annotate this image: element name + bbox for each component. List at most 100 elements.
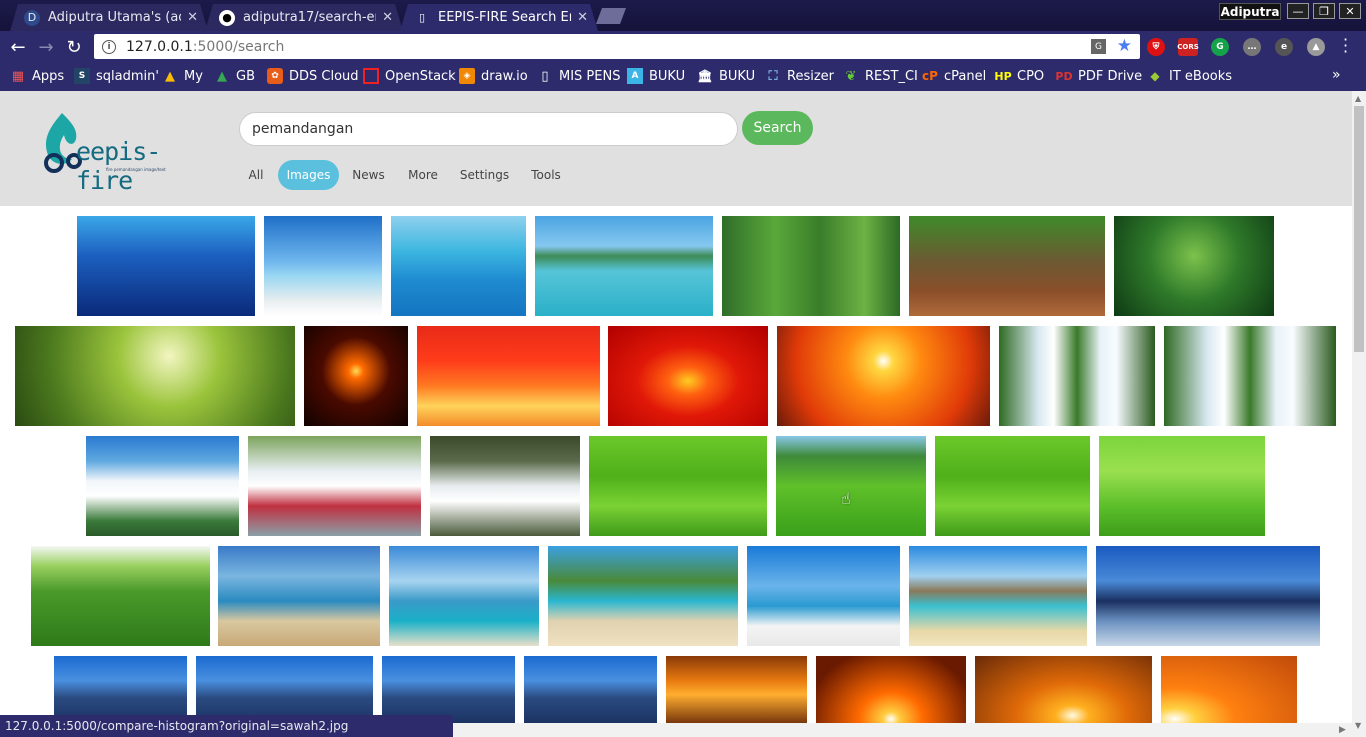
search-header: eepis-fire fire pemandangan image/text p…	[0, 91, 1352, 206]
result-image-forest-1[interactable]	[722, 216, 900, 316]
result-image-sunset-dark[interactable]	[304, 326, 408, 426]
result-image-sunset-sun[interactable]	[608, 326, 768, 426]
result-image-beach-sky[interactable]	[264, 216, 382, 316]
result-image-mountain-clouds[interactable]	[1096, 546, 1320, 646]
bookmark-dds-cloud[interactable]: ✿ DDS Cloud	[267, 67, 359, 85]
bookmark-sqladmin[interactable]: Ssqladmin'	[74, 67, 159, 85]
bookmark-it-ebooks[interactable]: ◆ IT eBooks	[1147, 67, 1232, 85]
bookmark-buku-1[interactable]: A BUKU	[627, 67, 685, 85]
tab-title: EEPIS-FIRE Search Engi	[438, 10, 569, 25]
chat-icon[interactable]: …	[1243, 38, 1261, 56]
close-icon[interactable]: ✕	[577, 10, 588, 25]
translate-icon[interactable]: G	[1091, 39, 1106, 54]
minimize-icon[interactable]: —	[1287, 3, 1309, 19]
result-image-waterfall-bridge[interactable]	[248, 436, 421, 536]
bookmark-label: sqladmin'	[96, 68, 159, 84]
search-input[interactable]: pemandangan	[239, 112, 738, 146]
bookmark-mis-pens[interactable]: ▯ MIS PENS	[537, 67, 620, 85]
bookmark-gb[interactable]: ▲ GB	[214, 67, 255, 85]
result-image-beach-palm[interactable]	[548, 546, 738, 646]
result-image-beach-hill[interactable]	[389, 546, 539, 646]
bookmark-drawio[interactable]: ◈ draw.io	[459, 67, 528, 85]
result-image-forest-path[interactable]	[909, 216, 1105, 316]
grammarly-icon[interactable]: G	[1211, 38, 1229, 56]
bookmark-apps[interactable]: ▦ Apps	[10, 67, 64, 85]
vertical-scrollbar[interactable]: ▲ ▼	[1352, 91, 1366, 737]
result-image-sunset-clouds-4[interactable]	[1161, 656, 1297, 726]
book-icon: A	[627, 68, 643, 84]
profile-button[interactable]: Adiputra	[1219, 3, 1281, 20]
result-image-lagoon-island[interactable]	[535, 216, 713, 316]
result-image-sunset-clouds-1[interactable]	[666, 656, 807, 726]
tab-settings[interactable]: Settings	[457, 160, 512, 190]
window-close-icon[interactable]: ✕	[1339, 3, 1361, 19]
evernote-icon[interactable]: e	[1275, 38, 1293, 56]
bookmark-cpanel[interactable]: cP cPanel	[922, 67, 986, 85]
cors-icon[interactable]: CORS	[1177, 38, 1199, 56]
tab-more[interactable]: More	[403, 160, 443, 190]
close-icon[interactable]: ✕	[187, 10, 198, 25]
result-image-rice-terrace-4[interactable]	[1099, 436, 1265, 536]
reload-icon[interactable]: ↻	[63, 36, 85, 58]
bookmark-label: cPanel	[944, 68, 987, 84]
bookmark-buku-2[interactable]: 🏛 BUKU	[697, 67, 755, 85]
search-button[interactable]: Search	[742, 111, 813, 145]
result-image-ocean-deep[interactable]	[77, 216, 255, 316]
menu-icon[interactable]: · · ·	[1343, 32, 1348, 60]
result-image-sunset-orange[interactable]	[777, 326, 990, 426]
bookmark-star-icon[interactable]: ★	[1117, 36, 1132, 56]
result-image-sunset-boat[interactable]	[417, 326, 600, 426]
result-image-waterfall-2[interactable]	[86, 436, 239, 536]
result-image-rice-field[interactable]	[31, 546, 210, 646]
browser-toolbar: ← → ↻ i 127.0.0.1:5000/search G ★ ⛨ CORS…	[0, 31, 1366, 62]
result-image-turquoise-sea[interactable]	[391, 216, 526, 316]
tab-news[interactable]: News	[347, 160, 390, 190]
result-image-forest-2[interactable]	[1114, 216, 1274, 316]
tab-tools[interactable]: Tools	[526, 160, 566, 190]
forward-icon[interactable]: →	[35, 36, 57, 58]
adblock-icon[interactable]: ⛨	[1147, 38, 1165, 56]
browser-tab-3[interactable]: ▯ EEPIS-FIRE Search Engi ✕	[400, 4, 598, 31]
tab-images[interactable]: Images	[278, 160, 339, 190]
url-path: :5000/search	[192, 38, 285, 55]
result-image-rice-terrace-3[interactable]	[935, 436, 1090, 536]
back-icon[interactable]: ←	[7, 36, 29, 58]
bookmarks-overflow-icon[interactable]: »	[1332, 67, 1341, 83]
restore-icon[interactable]: ❐	[1313, 3, 1335, 19]
browser-tab-2[interactable]: ● adiputra17/search-eng ✕	[205, 4, 403, 31]
bookmark-label: BUKU	[719, 68, 756, 84]
extension-icon[interactable]: ▲	[1307, 38, 1325, 56]
bookmark-cpo[interactable]: HP CPO	[994, 67, 1044, 85]
tab-all[interactable]: All	[239, 160, 273, 190]
result-image-waterfall-1[interactable]	[999, 326, 1155, 426]
bookmark-pdf-drive[interactable]: PD PDF Drive	[1055, 67, 1142, 85]
info-icon[interactable]: i	[102, 39, 116, 54]
result-image-beach-rock[interactable]	[747, 546, 900, 646]
scrollbar-thumb[interactable]	[1354, 106, 1364, 352]
bookmark-my[interactable]: ▲ My	[162, 67, 203, 85]
bookmark-label: REST_CI	[865, 68, 918, 84]
result-image-sunset-clouds-3[interactable]	[975, 656, 1152, 726]
result-image-rice-terrace-1[interactable]	[589, 436, 767, 536]
browser-tab-1[interactable]: D Adiputra Utama's (adip ✕	[10, 4, 208, 31]
new-tab-button[interactable]	[596, 8, 626, 24]
result-image-waterfall-3[interactable]	[430, 436, 580, 536]
bookmark-rest-ci[interactable]: ❦ REST_CI	[843, 67, 918, 85]
address-bar[interactable]: i 127.0.0.1:5000/search G ★	[94, 34, 1140, 59]
scroll-up-icon[interactable]: ▲	[1355, 94, 1361, 103]
tab-title: adiputra17/search-eng	[243, 10, 375, 25]
result-image-beach-bay[interactable]	[909, 546, 1087, 646]
result-image-sunlit-forest[interactable]	[15, 326, 295, 426]
bookmark-resizer[interactable]: ⛶ Resizer	[765, 67, 834, 85]
close-icon[interactable]: ✕	[382, 10, 393, 25]
bookmark-label: OpenStack	[385, 68, 456, 84]
result-image-waterfall-rainbow[interactable]	[1164, 326, 1336, 426]
result-image-beach-cliff[interactable]	[218, 546, 380, 646]
scroll-down-icon[interactable]: ▼	[1355, 721, 1361, 730]
result-image-sunset-clouds-2[interactable]	[816, 656, 966, 726]
result-image-mountain-4[interactable]	[524, 656, 657, 726]
logo[interactable]: eepis-fire fire pemandangan image/text	[40, 109, 190, 195]
result-image-rice-terrace-2[interactable]	[776, 436, 926, 536]
bookmark-openstack[interactable]: OpenStack	[363, 67, 456, 85]
scroll-right-icon[interactable]: ▶	[1339, 725, 1346, 735]
